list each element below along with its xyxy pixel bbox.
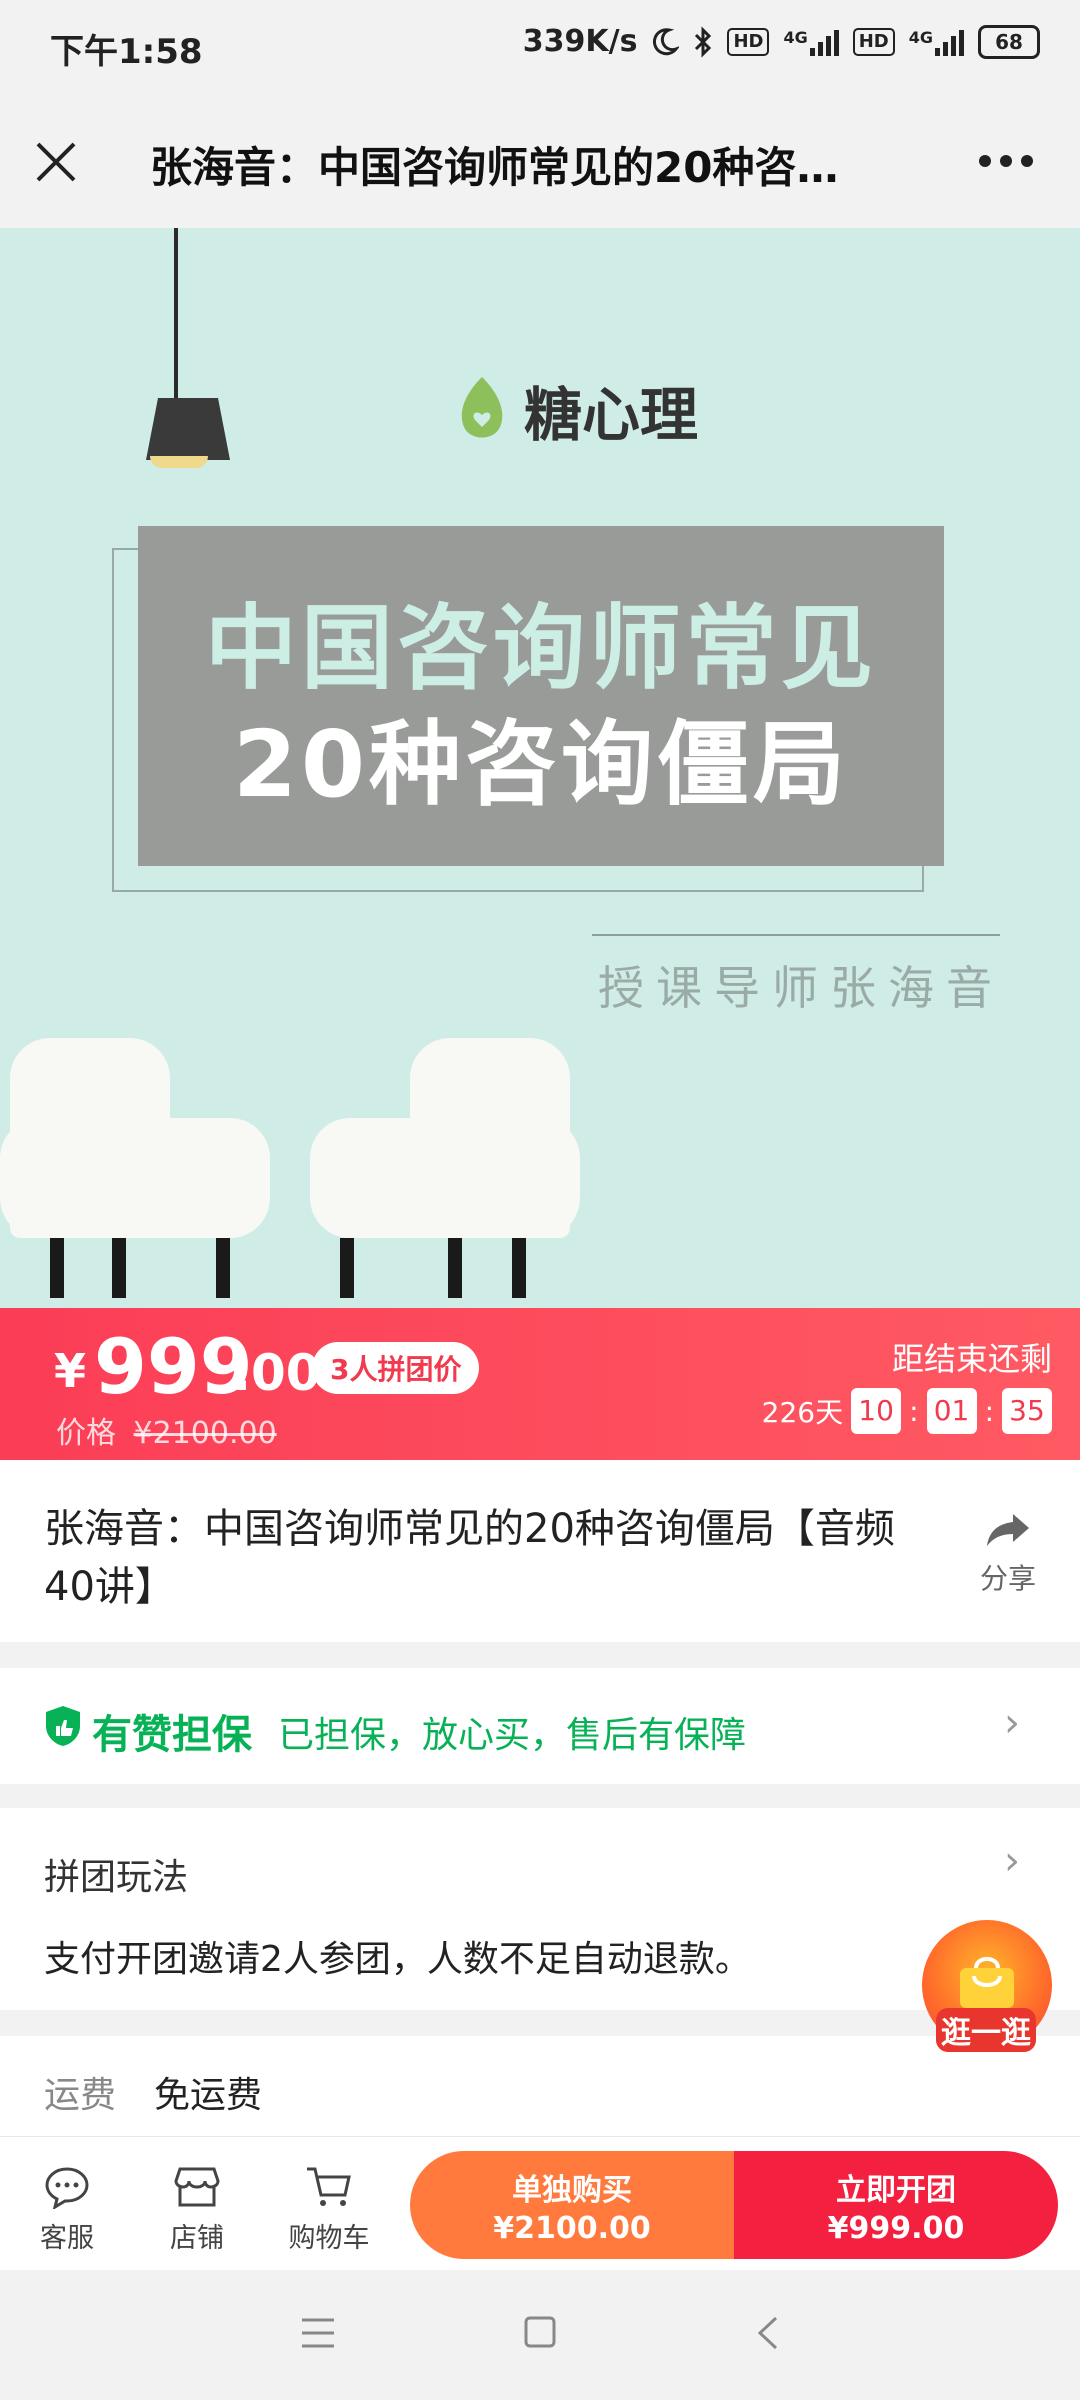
status-time: 下午1:58: [50, 32, 203, 72]
lamp-bulb: [150, 456, 208, 468]
original-price-label: 价格: [56, 1416, 116, 1451]
shipping-label: 运费: [44, 2075, 117, 2116]
countdown-timer: 226天 10 : 01 : 35: [762, 1388, 1052, 1434]
product-title-card: 张海音：中国咨询师常见的20种咨询僵局【音频40讲】 分享: [0, 1460, 1080, 1642]
group-price-badge: 3人拼团价: [312, 1342, 480, 1394]
leaf-logo-icon: [461, 377, 503, 438]
guarantee-brand: 有赞担保: [92, 1712, 252, 1758]
shield-icon: [46, 1706, 80, 1746]
customer-service-button[interactable]: 客服: [12, 2165, 122, 2255]
signal-icon-2: 4G: [909, 28, 964, 56]
hd-badge-2: HD: [852, 27, 895, 56]
home-icon[interactable]: [522, 2314, 558, 2350]
share-button[interactable]: 分享: [980, 1510, 1036, 1597]
chat-icon: [45, 2167, 89, 2211]
price-band: ¥ 999 .00 3人拼团价 价格 ¥2100.00 距结束还剩 226天 1…: [0, 1308, 1080, 1460]
countdown-sep: :: [984, 1394, 994, 1428]
battery-level: 68: [995, 29, 1023, 54]
countdown-sep: :: [909, 1394, 919, 1428]
group-rules-card[interactable]: 拼团玩法 › 支付开团邀请2人参团，人数不足自动退款。: [0, 1808, 1080, 2010]
countdown-minutes: 01: [926, 1388, 977, 1434]
customer-service-label: 客服: [40, 2223, 94, 2254]
teacher-caption: 授课导师张海音: [598, 961, 1004, 1015]
cart-button[interactable]: 购物车: [274, 2165, 384, 2255]
system-nav-bar: [0, 2270, 1080, 2400]
shipping-row: 运费 免运费: [0, 2036, 1080, 2136]
countdown-seconds: 35: [1002, 1388, 1052, 1434]
net-type-label: 4G: [783, 27, 808, 47]
network-speed: 339K/s: [522, 24, 638, 59]
browse-float-label[interactable]: 逛一逛: [936, 2008, 1036, 2052]
countdown-days: 226天: [761, 1396, 844, 1429]
store-label: 店铺: [170, 2223, 224, 2254]
back-icon[interactable]: [754, 2314, 782, 2352]
start-group-button[interactable]: 立即开团 ¥999.00: [734, 2151, 1058, 2259]
lamp-cord: [174, 228, 178, 404]
chair-right: [300, 1038, 580, 1308]
original-price-value: ¥2100.00: [133, 1416, 277, 1451]
buy-alone-button[interactable]: 单独购买 ¥2100.00: [410, 2151, 734, 2259]
cart-icon: [307, 2167, 351, 2206]
menu-icon[interactable]: [300, 2316, 336, 2350]
hero-headline-1: 中国咨询师常见: [204, 595, 877, 702]
signal-icon: 4G: [783, 27, 839, 56]
buy-alone-label: 单独购买: [512, 2173, 632, 2208]
lamp-icon: [146, 398, 230, 460]
logo-text: 糖心理: [524, 381, 699, 449]
cart-label: 购物车: [288, 2223, 370, 2254]
group-rules-desc: 支付开团邀请2人参团，人数不足自动退款。: [44, 1939, 751, 1980]
brand-logo: 糖心理: [454, 368, 698, 452]
bluetooth-icon: [695, 25, 712, 58]
bottom-action-bar: 客服 店铺 购物车 单独购买 ¥2100.00 立即开团 ¥999.00: [0, 2136, 1080, 2271]
group-rules-label: 拼团玩法: [44, 1857, 189, 1898]
buy-alone-price: ¥2100.00: [493, 2211, 651, 2246]
status-icons: 339K/s HD 4G HD 4G 68: [523, 24, 1040, 59]
title-bar: 张海音：中国咨询师常见的20种咨…: [0, 96, 1080, 228]
group-price: 999: [94, 1322, 253, 1411]
currency-symbol: ¥: [54, 1344, 87, 1398]
hd-badge: HD: [727, 27, 770, 56]
net-type-label-2: 4G: [908, 27, 933, 47]
start-group-label: 立即开团: [836, 2173, 956, 2208]
countdown-label: 距结束还剩: [891, 1340, 1052, 1378]
hero-banner[interactable]: 糖心理 中国咨询师常见 20种咨询僵局 授课导师张海音: [0, 228, 1080, 1308]
start-group-price: ¥999.00: [827, 2211, 965, 2246]
store-button[interactable]: 店铺: [142, 2165, 252, 2255]
store-icon: [174, 2167, 220, 2207]
shipping-value: 免运费: [154, 2075, 263, 2116]
guarantee-row[interactable]: 有赞担保 已担保，放心买，售后有保障 ›: [0, 1668, 1080, 1784]
product-title: 张海音：中国咨询师常见的20种咨询僵局【音频40讲】: [44, 1506, 895, 1610]
shopping-bag-icon: [960, 1957, 1014, 2008]
page-title: 张海音：中国咨询师常见的20种咨…: [150, 143, 839, 192]
group-price-decimal: .00: [232, 1344, 321, 1402]
original-price: 价格 ¥2100.00: [56, 1408, 277, 1452]
close-icon[interactable]: [34, 140, 78, 184]
chevron-right-icon: ›: [1004, 1700, 1020, 1746]
chevron-right-icon: ›: [1004, 1838, 1020, 1884]
share-icon: [987, 1514, 1029, 1546]
moon-icon: [653, 27, 680, 55]
chair-left: [0, 1038, 280, 1308]
countdown-hours: 10: [851, 1388, 902, 1434]
divider: [592, 934, 1000, 936]
more-icon[interactable]: [978, 154, 1034, 168]
guarantee-text: 已担保，放心买，售后有保障: [278, 1715, 747, 1756]
share-label: 分享: [980, 1562, 1037, 1595]
hero-headline-2: 20种咨询僵局: [232, 711, 850, 818]
battery-icon: 68: [978, 24, 1040, 59]
status-bar: 下午1:58 339K/s HD 4G HD 4G 68: [0, 0, 1080, 96]
